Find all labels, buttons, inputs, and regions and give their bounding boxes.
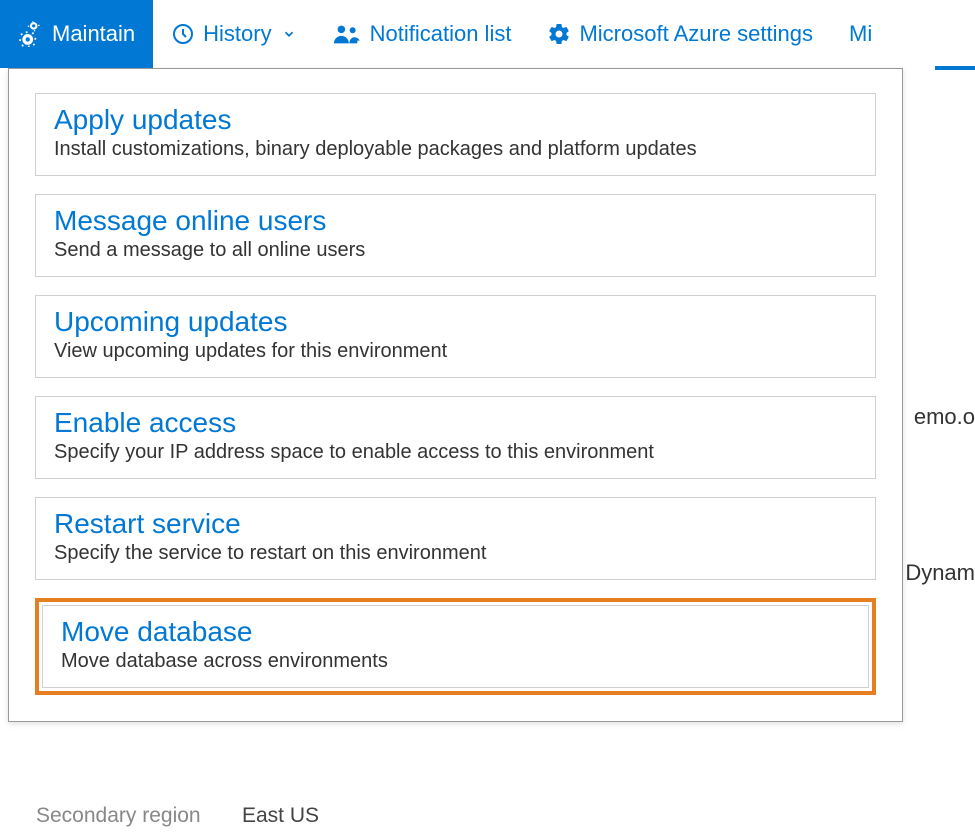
azure-settings-label: Microsoft Azure settings bbox=[579, 21, 813, 47]
notification-list-label: Notification list bbox=[370, 21, 512, 47]
tab-indicator bbox=[935, 66, 975, 70]
apply-updates-item[interactable]: Apply updates Install customizations, bi… bbox=[35, 93, 876, 176]
people-icon bbox=[332, 21, 362, 47]
highlight-box: Move database Move database across envir… bbox=[35, 598, 876, 695]
toolbar: Maintain History Notification list bbox=[0, 0, 975, 68]
menu-title: Apply updates bbox=[54, 104, 857, 136]
truncated-label: Mi bbox=[849, 21, 872, 47]
menu-desc: Specify the service to restart on this e… bbox=[54, 542, 857, 565]
menu-title: Upcoming updates bbox=[54, 306, 857, 338]
menu-title: Move database bbox=[61, 616, 850, 648]
menu-title: Message online users bbox=[54, 205, 857, 237]
secondary-region-value: East US bbox=[242, 804, 319, 828]
bg-text-fragment-1: emo.o bbox=[914, 404, 975, 430]
maintain-dropdown: Apply updates Install customizations, bi… bbox=[8, 68, 903, 722]
azure-settings-button[interactable]: Microsoft Azure settings bbox=[529, 0, 831, 68]
upcoming-updates-item[interactable]: Upcoming updates View upcoming updates f… bbox=[35, 295, 876, 378]
history-icon bbox=[171, 22, 195, 46]
chevron-down-icon bbox=[282, 27, 296, 41]
enable-access-item[interactable]: Enable access Specify your IP address sp… bbox=[35, 396, 876, 479]
history-label: History bbox=[203, 21, 271, 47]
gear-icon bbox=[547, 22, 571, 46]
gears-icon bbox=[18, 21, 44, 47]
maintain-button[interactable]: Maintain bbox=[0, 0, 153, 68]
notification-list-button[interactable]: Notification list bbox=[314, 0, 530, 68]
menu-title: Restart service bbox=[54, 508, 857, 540]
menu-desc: Specify your IP address space to enable … bbox=[54, 441, 857, 464]
move-database-item[interactable]: Move database Move database across envir… bbox=[42, 605, 869, 688]
message-users-item[interactable]: Message online users Send a message to a… bbox=[35, 194, 876, 277]
truncated-tab[interactable]: Mi bbox=[831, 0, 872, 68]
menu-title: Enable access bbox=[54, 407, 857, 439]
menu-desc: Install customizations, binary deployabl… bbox=[54, 138, 857, 161]
restart-service-item[interactable]: Restart service Specify the service to r… bbox=[35, 497, 876, 580]
menu-desc: Move database across environments bbox=[61, 650, 850, 673]
history-button[interactable]: History bbox=[153, 0, 313, 68]
menu-desc: Send a message to all online users bbox=[54, 239, 857, 262]
maintain-label: Maintain bbox=[52, 21, 135, 47]
secondary-region-label: Secondary region bbox=[36, 804, 201, 828]
menu-desc: View upcoming updates for this environme… bbox=[54, 340, 857, 363]
bg-text-fragment-2: Dynam bbox=[905, 560, 975, 586]
